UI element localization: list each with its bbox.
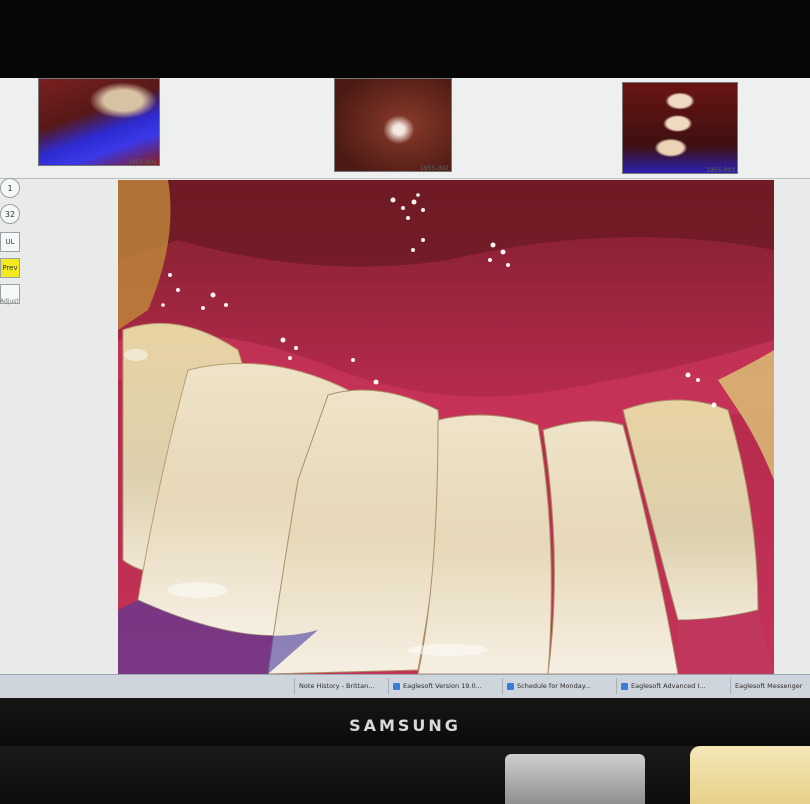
taskbar-item-label: Eaglesoft Version 19.0... (403, 682, 482, 690)
intraoral-photo (118, 180, 774, 674)
taskbar-item-label: Eaglesoft Messenger (735, 682, 803, 690)
desk-surface (0, 746, 810, 804)
eaglesoft-icon (393, 682, 400, 690)
tool-button-4[interactable]: Prev (0, 258, 20, 278)
taskbar-item-label: Eaglesoft Advanced I... (631, 682, 706, 690)
monitor-screen: 1955-001 1955-002 1955-003 1 32 UL Prev … (0, 78, 810, 698)
thumbnail-3[interactable]: 1955-003 (622, 82, 738, 174)
taskbar-item-eaglesoft-advanced[interactable]: Eaglesoft Advanced I... (616, 678, 735, 694)
desk-note (690, 746, 810, 804)
windows-taskbar: Note History - Brittan... Eaglesoft Vers… (0, 674, 810, 698)
thumbnail-1[interactable]: 1955-001 (38, 78, 160, 166)
thumbnail-caption: 1955-001 (128, 159, 157, 166)
taskbar-item-label: Schedule for Monday... (517, 682, 591, 690)
tool-button-3[interactable]: UL (0, 232, 20, 252)
taskbar-item-schedule[interactable]: Schedule for Monday... (502, 678, 621, 694)
tool-label: Adjust (0, 298, 19, 305)
thumbnail-caption: 1955-003 (706, 167, 735, 174)
left-toolbar: 1 32 UL Prev Adjust (0, 178, 26, 378)
taskbar-item-note-history[interactable]: Note History - Brittan... (294, 678, 393, 694)
desk-device (505, 754, 645, 804)
taskbar-item-label: Note History - Brittan... (299, 682, 375, 690)
tool-button-1[interactable]: 1 (0, 178, 20, 198)
thumbnail-2[interactable]: 1955-002 (334, 78, 452, 172)
thumbnail-strip: 1955-001 1955-002 1955-003 (0, 78, 810, 179)
taskbar-item-eaglesoft-version[interactable]: Eaglesoft Version 19.0... (388, 678, 507, 694)
tool-button-2[interactable]: 32 (0, 204, 20, 224)
calendar-icon (507, 682, 514, 690)
taskbar-item-messenger[interactable]: Eaglesoft Messenger (730, 678, 810, 694)
thumbnail-caption: 1955-002 (420, 165, 449, 172)
eaglesoft-icon (621, 682, 628, 690)
intraoral-image[interactable] (118, 180, 774, 674)
tooth-4 (417, 414, 552, 674)
monitor-brand-logo: SAMSUNG (349, 716, 461, 735)
